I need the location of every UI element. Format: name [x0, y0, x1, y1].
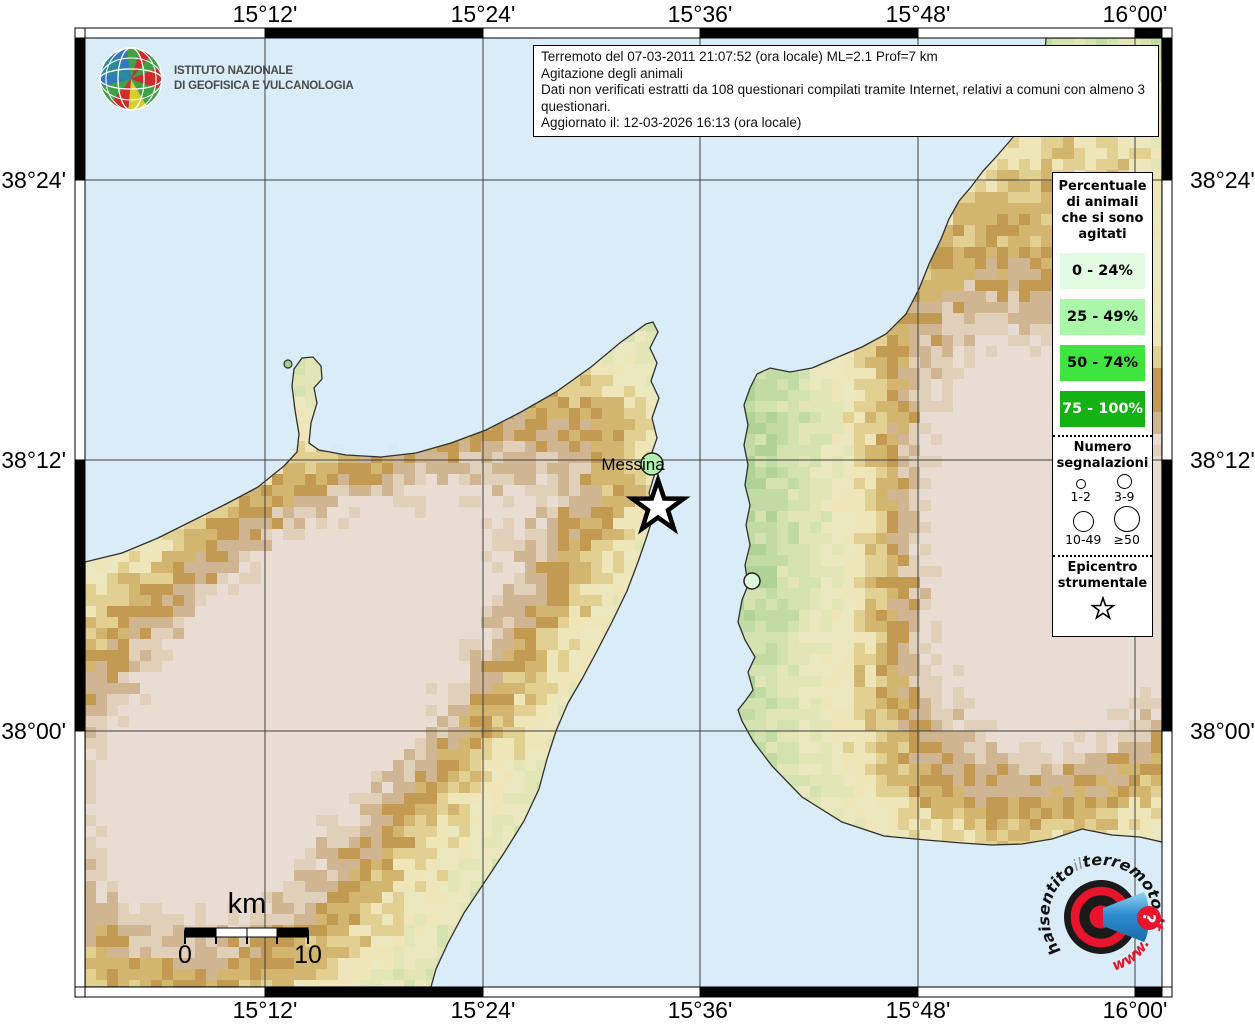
lat-label-right-1: 38°24'	[1190, 167, 1255, 193]
legend-swatch-75-100: 75 - 100%	[1060, 391, 1145, 427]
map-page: Messina km 0 10 15°12' 15°24' 15°36' 15°…	[0, 0, 1255, 1024]
lat-label-left-3: 38°00'	[1, 718, 66, 744]
lon-label-top-4: 15°48'	[886, 1, 951, 27]
legend-count-3-9: 3-9	[1114, 474, 1134, 504]
scale-start-label: 0	[178, 941, 192, 969]
report-circle-south	[744, 573, 760, 589]
info-line-topic: Agitazione degli animali	[541, 66, 1151, 83]
info-line-updated: Aggiornato il: 12-03-2026 16:13 (ora loc…	[541, 115, 1151, 132]
lon-label-top-2: 15°24'	[451, 1, 516, 27]
lon-label-bottom-2: 15°24'	[451, 997, 516, 1023]
lat-label-left-1: 38°24'	[1, 167, 66, 193]
lon-label-bottom-5: 16°00'	[1103, 997, 1168, 1023]
lon-label-bottom-1: 15°12'	[233, 997, 298, 1023]
lat-label-right-3: 38°00'	[1190, 718, 1255, 744]
legend-count-50plus: ≥50	[1114, 506, 1140, 547]
ingv-logo-text: ISTITUTO NAZIONALE DI GEOFISICA E VULCAN…	[174, 64, 353, 94]
count-circle-small-icon	[1076, 479, 1086, 489]
scale-unit-label: km	[228, 888, 267, 920]
lat-label-right-2: 38°12'	[1190, 447, 1255, 473]
epicenter-star-legend-icon	[1089, 596, 1117, 624]
legend-epicenter-star	[1053, 592, 1152, 636]
legend-swatch-50-74: 50 - 74%	[1060, 345, 1145, 381]
count-circle-xlarge-icon	[1114, 506, 1140, 532]
event-info-box: Terremoto del 07-03-2011 21:07:52 (ora l…	[533, 45, 1159, 137]
scale-end-label: 10	[294, 941, 322, 969]
legend-swatch-25-49: 25 - 49%	[1060, 299, 1145, 335]
ingv-globe-icon	[98, 46, 164, 112]
legend-percent-title: Percentuale di animali che si sono agita…	[1053, 173, 1152, 243]
legend-epicenter-title: Epicentro strumentale	[1053, 557, 1152, 592]
lon-label-bottom-3: 15°36'	[668, 997, 733, 1023]
ingv-logo: ISTITUTO NAZIONALE DI GEOFISICA E VULCAN…	[98, 46, 353, 112]
lat-label-left-2: 38°12'	[1, 447, 66, 473]
lon-label-top-3: 15°36'	[668, 1, 733, 27]
legend-count-10-49: 10-49	[1065, 511, 1101, 547]
info-line-source: Dati non verificati estratti da 108 ques…	[541, 82, 1151, 115]
legend-swatch-0-24: 0 - 24%	[1060, 253, 1145, 289]
lon-label-top-5: 16°00'	[1103, 1, 1168, 27]
lon-label-bottom-4: 15°48'	[886, 997, 951, 1023]
info-line-event: Terremoto del 07-03-2011 21:07:52 (ora l…	[541, 49, 1151, 66]
legend-count-1-2: 1-2	[1071, 479, 1091, 504]
count-circle-medium-icon	[1117, 474, 1132, 489]
legend-count-title: Numero segnalazioni	[1053, 437, 1152, 472]
ingv-text-line2: DI GEOFISICA E VULCANOLOGIA	[174, 79, 353, 94]
ingv-text-line1: ISTITUTO NAZIONALE	[174, 64, 353, 79]
lon-label-top-1: 15°12'	[233, 1, 298, 27]
count-circle-large-icon	[1073, 511, 1094, 532]
city-label-messina: Messina	[601, 455, 665, 474]
map-legend: Percentuale di animali che si sono agita…	[1052, 172, 1153, 637]
